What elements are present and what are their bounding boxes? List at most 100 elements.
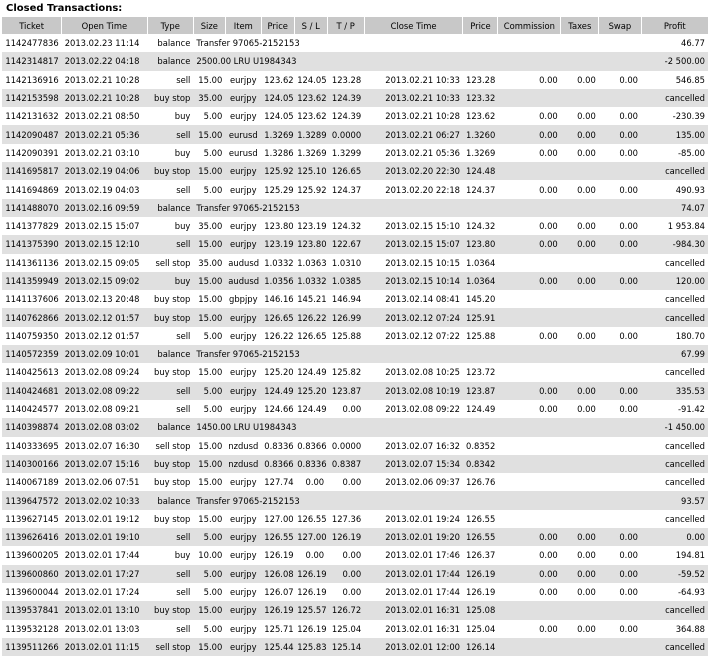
swap-cell: 0.00	[598, 125, 641, 144]
commission-cell: 0.00	[497, 271, 561, 291]
size-cell: 35.00	[198, 221, 223, 232]
take-profit-cell: 124.37	[331, 184, 362, 195]
table-row: 1139532128 2013.02.01 13:03 sell 5.00 eurjpy…	[2, 620, 708, 638]
profit-cell: cancelled	[641, 601, 708, 620]
taxes-cell	[561, 290, 599, 308]
stop-loss-cell: 1.0332	[294, 271, 328, 291]
swap-cell: 0.00	[619, 587, 638, 598]
commission-cell	[498, 363, 561, 381]
open-time-cell: 2013.02.02 10:33	[61, 491, 148, 510]
take-profit-cell: 126.65	[327, 162, 365, 181]
profit-cell: 1 953.84	[667, 221, 705, 232]
stop-loss-cell: 127.00	[294, 528, 328, 547]
stop-loss-cell: 125.92	[297, 184, 327, 195]
item-cell: eurjpy	[225, 381, 262, 400]
close-time-cell: 2013.02.21 10:33	[385, 74, 460, 85]
size-cell: 15.00	[193, 125, 226, 144]
open-price-cell: 0.8366	[261, 454, 295, 474]
swap-cell: 0.00	[598, 235, 641, 254]
take-profit-cell: 124.32	[331, 221, 362, 232]
item-cell: eurjpy	[225, 564, 262, 583]
swap-cell: 0.00	[598, 528, 641, 547]
ticket-cell: 1141488070	[2, 198, 62, 217]
stop-loss-cell: 123.19	[297, 221, 327, 232]
open-time-cell: 2013.02.15 15:07	[64, 221, 140, 232]
open-time-cell: 2013.02.01 19:10	[61, 528, 148, 547]
type-cell: buy	[174, 550, 191, 561]
open-price-cell: 126.65	[261, 308, 295, 327]
take-profit-cell: 122.67	[327, 235, 365, 254]
take-profit-cell: 1.0310	[331, 257, 362, 268]
size-cell: 15.00	[193, 162, 226, 181]
table-row: 1142153598 2013.02.21 10:28 buy stop 35.00 e…	[2, 88, 708, 108]
swap-cell	[599, 254, 641, 272]
type-cell: buy stop	[147, 162, 194, 181]
size-cell: 5.00	[203, 587, 223, 598]
swap-cell	[599, 290, 641, 308]
open-time-cell: 2013.02.01 17:24	[64, 587, 140, 598]
profit-cell: 0.00	[641, 528, 708, 547]
table-row: 1141377829 2013.02.15 15:07 buy 35.00 eurjpy…	[2, 217, 708, 235]
size-cell: 5.00	[203, 147, 223, 158]
type-cell: sell	[147, 564, 194, 583]
swap-cell: 0.00	[598, 381, 641, 400]
take-profit-cell: 123.87	[327, 381, 365, 400]
table-row: 1140425613 2013.02.08 09:24 buy stop 15.00 e…	[2, 363, 708, 381]
take-profit-cell: 0.00	[342, 477, 362, 488]
table-body: 1142477836 2013.02.23 11:14 balance Transfe…	[2, 34, 708, 656]
open-time-cell: 2013.02.06 07:51	[64, 477, 140, 488]
size-cell: 5.00	[193, 564, 226, 583]
table-row: 1140333695 2013.02.07 16:30 sell stop 15.00…	[2, 437, 708, 455]
taxes-cell: 0.00	[560, 564, 599, 583]
balance-description-cell: Transfer 97065-2152153	[193, 345, 641, 364]
item-cell: audusd	[228, 257, 260, 268]
ticket-cell: 1142153598	[2, 88, 62, 108]
ticket-cell: 1141695817	[2, 162, 62, 181]
take-profit-cell: 0.0000	[327, 125, 365, 144]
swap-cell	[599, 363, 641, 381]
open-time-cell: 2013.02.08 03:02	[61, 418, 148, 437]
take-profit-cell: 0.00	[342, 587, 362, 598]
take-profit-cell: 125.04	[331, 623, 362, 634]
stop-loss-cell: 123.62	[297, 111, 327, 122]
ticket-cell: 1141137606	[5, 294, 59, 305]
open-time-cell: 2013.02.21 10:28	[64, 74, 140, 85]
open-time-cell: 2013.02.07 15:16	[61, 454, 148, 474]
item-cell: eurusd	[228, 147, 258, 158]
open-price-cell: 1.0356	[261, 271, 295, 291]
profit-cell: -64.93	[678, 587, 705, 598]
commission-cell	[498, 437, 561, 455]
swap-cell: 0.00	[619, 74, 638, 85]
table-row: 1141488070 2013.02.16 09:59 balance Transfe…	[2, 198, 708, 217]
close-time-cell: 2013.02.01 17:44	[385, 587, 460, 598]
table-row: 1141359949 2013.02.15 09:02 buy 15.00 audusd…	[2, 271, 708, 291]
ticket-cell: 1141377829	[5, 221, 59, 232]
item-cell: eurjpy	[230, 74, 257, 85]
open-time-cell: 2013.02.12 01:57	[61, 308, 148, 327]
profit-cell: 490.93	[675, 184, 705, 195]
ticket-cell: 1140300166	[2, 454, 62, 474]
ticket-cell: 1142090487	[2, 125, 62, 144]
close-time-cell: 2013.02.15 10:14	[364, 271, 463, 291]
close-time-cell: 2013.02.08 09:22	[385, 404, 460, 415]
column-header: S / L	[293, 17, 328, 34]
column-header: T / P	[326, 17, 365, 34]
size-cell: 15.00	[198, 367, 223, 378]
open-price-cell: 126.55	[261, 528, 295, 547]
profit-cell: -984.30	[641, 235, 708, 254]
profit-cell: -59.52	[641, 564, 708, 583]
ticket-cell: 1140067189	[5, 477, 59, 488]
size-cell: 15.00	[193, 235, 226, 254]
table-row: 1140424681 2013.02.08 09:22 sell 5.00 eurjpy…	[2, 381, 708, 400]
type-cell: sell	[176, 74, 191, 85]
size-cell: 10.00	[198, 550, 223, 561]
table-row: 1141137606 2013.02.13 20:48 buy stop 15.00 g…	[2, 290, 708, 308]
stop-loss-cell: 126.22	[294, 308, 328, 327]
taxes-cell: 0.00	[577, 550, 596, 561]
swap-cell: 0.00	[598, 271, 641, 291]
stop-loss-cell: 0.00	[305, 550, 325, 561]
ticket-cell: 1140424577	[5, 404, 59, 415]
commission-cell: 0.00	[497, 381, 561, 400]
stop-loss-cell: 0.8336	[294, 454, 328, 474]
table-row: 1139600044 2013.02.01 17:24 sell 5.00 eurjpy…	[2, 583, 708, 601]
